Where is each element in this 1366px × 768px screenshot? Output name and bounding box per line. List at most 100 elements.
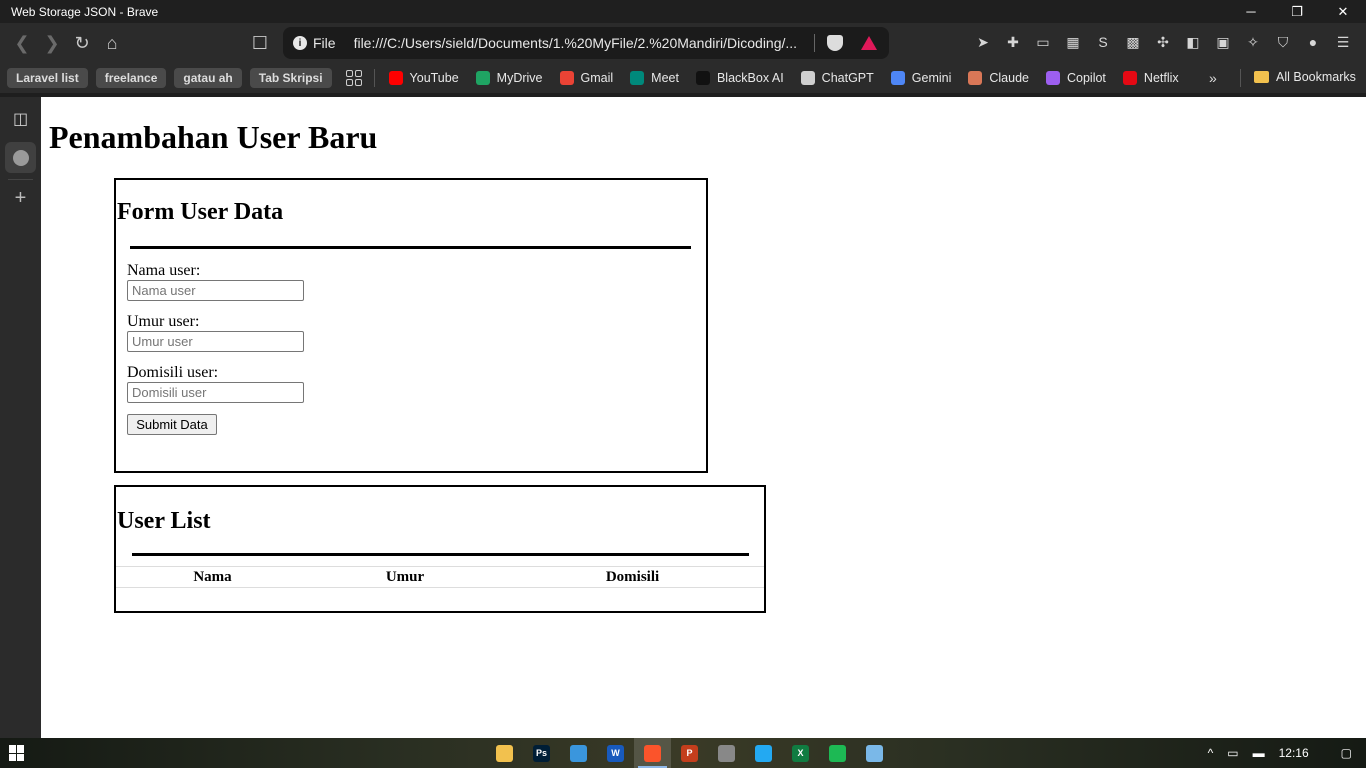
powerpoint-taskbar-button[interactable]: P xyxy=(671,738,708,768)
bookmarks-divider-right xyxy=(1240,69,1241,87)
close-button[interactable]: ✕ xyxy=(1320,0,1366,23)
folder-icon xyxy=(1254,71,1269,83)
vpn-shield-icon[interactable]: ⛉ xyxy=(1272,31,1294,53)
extensions-toolbar: ➤ ✚ ▭ ▦ S ▩ ✣ ◧ ▣ ✧ ⛉ ● ☰ xyxy=(972,31,1354,53)
bookmark-youtube[interactable]: YouTube xyxy=(388,71,459,85)
file-explorer-icon xyxy=(496,744,513,762)
bookmark-label: ChatGPT xyxy=(821,71,874,85)
url-text[interactable]: file:///C:/Users/sield/Documents/1.%20My… xyxy=(354,35,806,51)
extensions-puzzle-icon[interactable]: ✣ xyxy=(1152,31,1174,53)
sidebar-add-icon[interactable]: + xyxy=(5,183,36,214)
sidebar-globe-icon[interactable] xyxy=(5,142,36,173)
paint-icon xyxy=(718,744,735,762)
minimize-button[interactable]: ─ xyxy=(1228,0,1274,23)
brave-shields-icon[interactable] xyxy=(826,35,843,51)
bookmark-meet[interactable]: Meet xyxy=(630,71,679,85)
age-label: Umur user: xyxy=(127,313,200,330)
sidebar-toggle-icon[interactable]: ◧ xyxy=(1182,31,1204,53)
forward-icon[interactable]: ❯ xyxy=(37,28,67,58)
clock-time[interactable]: 12:16 xyxy=(1279,746,1309,760)
notepad-taskbar-button[interactable] xyxy=(856,738,893,768)
domicile-input[interactable] xyxy=(127,382,304,403)
paint-taskbar-button[interactable] xyxy=(708,738,745,768)
site-info-icon[interactable]: i xyxy=(293,36,307,50)
bookmark-label: Claude xyxy=(989,71,1029,85)
restore-button[interactable]: ❐ xyxy=(1274,0,1320,23)
apps-grid-icon[interactable] xyxy=(345,70,362,86)
bookmark-chatgpt[interactable]: ChatGPT xyxy=(800,71,874,85)
window-controls: ─ ❐ ✕ xyxy=(1228,0,1366,23)
brave-rewards-icon[interactable] xyxy=(860,36,877,50)
brave-taskbar-button[interactable] xyxy=(634,738,671,768)
bookmark-label: YouTube xyxy=(409,71,459,85)
excel-icon: X xyxy=(792,744,809,762)
vscode-taskbar-button[interactable] xyxy=(745,738,782,768)
bookmark-label: Gemini xyxy=(911,71,952,85)
bookmark-gemini[interactable]: Gemini xyxy=(890,71,952,85)
bookmark-label: Netflix xyxy=(1143,71,1179,85)
menu-icon[interactable]: ☰ xyxy=(1332,31,1354,53)
bookmark-label: Meet xyxy=(651,71,679,85)
spotify-taskbar-button[interactable] xyxy=(819,738,856,768)
spotify-icon xyxy=(829,744,846,762)
wallet-icon[interactable]: ▣ xyxy=(1212,31,1234,53)
home-icon[interactable]: ⌂ xyxy=(97,28,127,58)
tray-chevron-icon[interactable]: ^ xyxy=(1208,746,1214,760)
sidebar-panel-icon[interactable]: ◫ xyxy=(5,103,36,134)
bookmark-folder-freelance[interactable]: freelance xyxy=(95,68,167,88)
ext-file-icon[interactable]: ▭ xyxy=(1032,31,1054,53)
reload-icon[interactable]: ↻ xyxy=(67,28,97,58)
ext-s-icon[interactable]: S xyxy=(1092,31,1114,53)
bookmark-gmail[interactable]: Gmail xyxy=(559,71,614,85)
system-tray: ^ ▭ ▬ 12:16 ▢ xyxy=(1208,738,1366,768)
blackbox-ai-icon xyxy=(695,71,710,85)
bookmark-mydrive[interactable]: MyDrive xyxy=(475,71,543,85)
meet-icon xyxy=(630,71,645,85)
bookmark-folder-skripsi[interactable]: Tab Skripsi xyxy=(249,68,332,88)
word-icon: W xyxy=(607,744,624,762)
notification-icon[interactable]: ▢ xyxy=(1341,746,1352,760)
store-icon xyxy=(570,744,587,762)
ext-wrench-icon[interactable]: ✚ xyxy=(1002,31,1024,53)
window-title: Web Storage JSON - Brave xyxy=(11,4,159,19)
file-explorer-taskbar-button[interactable] xyxy=(486,738,523,768)
leo-ai-icon[interactable]: ✧ xyxy=(1242,31,1264,53)
word-taskbar-button[interactable]: W xyxy=(597,738,634,768)
claude-icon xyxy=(968,71,983,85)
bookmark-page-icon[interactable]: ☐ xyxy=(245,28,275,58)
store-taskbar-button[interactable] xyxy=(560,738,597,768)
title-bar: Web Storage JSON - Brave ─ ❐ ✕ xyxy=(0,0,1366,23)
bookmark-folder-laravel[interactable]: Laravel list xyxy=(7,68,88,88)
bookmark-claude[interactable]: Claude xyxy=(968,71,1029,85)
bookmark-netflix[interactable]: Netflix xyxy=(1122,71,1179,85)
user-list-card: User List Nama Umur Domisili xyxy=(114,485,766,613)
address-bar[interactable]: i File file:///C:/Users/sield/Documents/… xyxy=(283,27,889,59)
windows-taskbar: Ps W P X ^ ▭ ▬ 12:16 ▢ xyxy=(0,738,1366,768)
network-icon[interactable]: ▭ xyxy=(1227,746,1238,760)
bookmark-blackbox-ai[interactable]: BlackBox AI xyxy=(695,71,784,85)
bookmark-folder-gatau[interactable]: gatau ah xyxy=(174,68,242,88)
photoshop-taskbar-button[interactable]: Ps xyxy=(523,738,560,768)
bookmark-label: Gmail xyxy=(580,71,614,85)
age-input[interactable] xyxy=(127,331,304,352)
photoshop-icon: Ps xyxy=(533,744,550,762)
bookmark-copilot[interactable]: Copilot xyxy=(1046,71,1106,85)
submit-data-button[interactable]: Submit Data xyxy=(127,414,217,435)
taskbar-apps: Ps W P X xyxy=(486,738,893,768)
notepad-icon xyxy=(866,744,883,762)
ext-qr-icon[interactable]: ▦ xyxy=(1062,31,1084,53)
excel-taskbar-button[interactable]: X xyxy=(782,738,819,768)
mydrive-icon xyxy=(475,71,490,85)
all-bookmarks-button[interactable]: All Bookmarks xyxy=(1254,70,1356,84)
profile-avatar-icon[interactable]: ● xyxy=(1302,31,1324,53)
ext-arrow-icon[interactable]: ➤ xyxy=(972,31,994,53)
windows-start-icon[interactable] xyxy=(9,745,25,761)
name-input[interactable] xyxy=(127,280,304,301)
gmail-icon xyxy=(559,71,574,85)
more-bookmarks-icon[interactable]: » xyxy=(1209,70,1217,86)
ext-pattern-icon[interactable]: ▩ xyxy=(1122,31,1144,53)
back-icon[interactable]: ❮ xyxy=(7,28,37,58)
bookmark-label: Copilot xyxy=(1067,71,1106,85)
battery-icon[interactable]: ▬ xyxy=(1253,746,1265,760)
all-bookmarks-label: All Bookmarks xyxy=(1276,70,1356,84)
